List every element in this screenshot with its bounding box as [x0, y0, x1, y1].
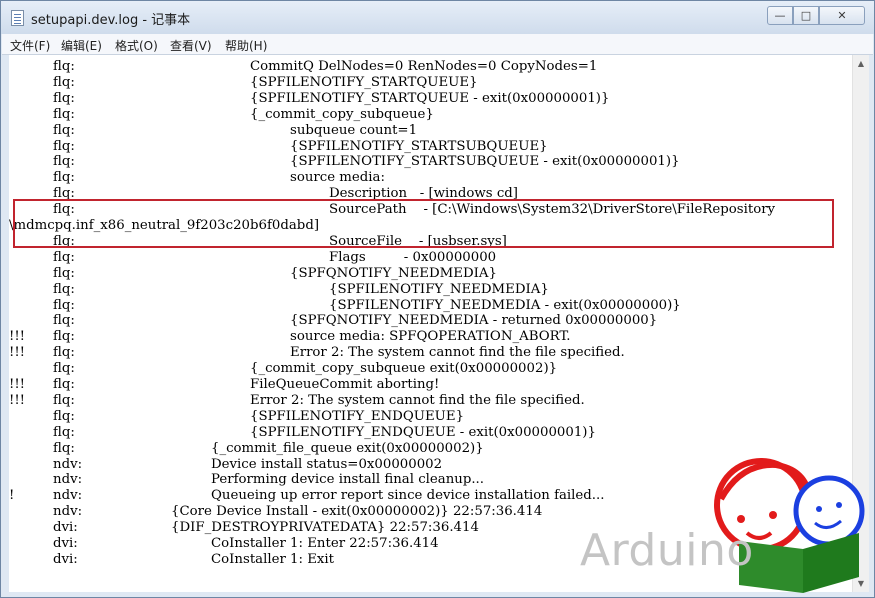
minimize-button[interactable]: —: [767, 6, 793, 25]
log-message: CoInstaller 1: Exit: [211, 551, 335, 567]
window-title: setupapi.dev.log - 记事本: [31, 13, 191, 28]
log-message: Error 2: The system cannot find the file…: [290, 345, 625, 361]
log-source-tag: flq:: [53, 249, 75, 265]
log-line: !!! flq: source media: SPFQOPERATION_ABORT…: [9, 329, 852, 345]
log-message: {SPFILENOTIFY_NEEDMEDIA}: [329, 281, 549, 297]
log-source-tag: flq:: [53, 313, 75, 329]
log-message: {SPFILENOTIFY_ENDQUEUE - exit(0x00000001…: [250, 424, 596, 440]
log-message: {SPFQNOTIFY_NEEDMEDIA - returned 0x00000…: [290, 313, 658, 329]
log-line: flq: {SPFILENOTIFY_STARTQUEUE}: [9, 75, 852, 91]
log-message: {SPFILENOTIFY_STARTQUEUE - exit(0x000000…: [250, 90, 610, 106]
log-message: FileQueueCommit aborting!: [250, 377, 440, 392]
title-bar[interactable]: setupapi.dev.log - 记事本 — □ ✕: [1, 1, 874, 34]
log-line: flq: CommitQ DelNodes=0 RenNodes=0 CopyNo…: [9, 59, 852, 75]
log-line: flq: {_commit_copy_subqueue}: [9, 107, 852, 123]
log-message: {_commit_file_queue exit(0x00000002)}: [211, 440, 484, 456]
log-source-tag: ndv:: [53, 488, 83, 504]
log-message: {SPFILENOTIFY_STARTQUEUE}: [250, 74, 478, 90]
log-source-tag: flq:: [53, 154, 75, 170]
log-message: source media:: [290, 170, 385, 186]
log-source-tag: flq:: [53, 74, 75, 90]
log-source-tag: flq:: [53, 106, 75, 122]
log-message: Flags - 0x00000000: [329, 249, 497, 265]
log-source-tag: flq:: [53, 170, 75, 186]
log-source-tag: flq:: [53, 297, 75, 313]
menu-file[interactable]: 文件(F): [10, 37, 50, 54]
log-source-tag: flq:: [53, 361, 75, 377]
log-message: {_commit_copy_subqueue}: [250, 106, 434, 122]
log-line: flq: {_commit_copy_subqueue exit(0x000000…: [9, 361, 852, 377]
log-message: subqueue count=1: [290, 122, 418, 138]
log-source-tag: flq:: [53, 408, 75, 424]
scroll-up-arrow-icon[interactable]: ▲: [853, 55, 869, 72]
log-line: flq: source media:: [9, 170, 852, 186]
close-button[interactable]: ✕: [819, 6, 865, 25]
log-message: CoInstaller 1: Enter 22:57:36.414: [211, 536, 439, 551]
log-message: Performing device install final cleanup.…: [211, 472, 485, 488]
menu-help[interactable]: 帮助(H): [225, 37, 267, 54]
log-severity-mark: !!!: [9, 392, 26, 408]
menu-format[interactable]: 格式(O): [115, 37, 158, 54]
log-source-tag: dvi:: [53, 520, 78, 536]
log-message: {DIF_DESTROYPRIVATEDATA} 22:57:36.414: [171, 520, 479, 536]
log-line: flq: {SPFILENOTIFY_ENDQUEUE}: [9, 409, 852, 425]
log-line: flq: {SPFILENOTIFY_NEEDMEDIA - exit(0x000…: [9, 298, 852, 314]
log-message: {_commit_copy_subqueue exit(0x00000002)}: [250, 361, 558, 377]
log-source-tag: flq:: [53, 424, 75, 440]
log-message: {SPFILENOTIFY_STARTSUBQUEUE}: [290, 138, 548, 154]
log-message: Error 2: The system cannot find the file…: [250, 392, 585, 408]
log-message: CommitQ DelNodes=0 RenNodes=0 CopyNodes=…: [250, 59, 598, 74]
log-line: flq: {SPFILENOTIFY_STARTSUBQUEUE - exit(0…: [9, 154, 852, 170]
log-source-tag: ndv:: [53, 456, 83, 472]
log-source-tag: flq:: [53, 440, 75, 456]
highlight-box: [13, 199, 834, 248]
maximize-button[interactable]: □: [793, 6, 819, 25]
log-source-tag: dvi:: [53, 536, 78, 551]
log-source-tag: ndv:: [53, 472, 83, 488]
notepad-window: setupapi.dev.log - 记事本 — □ ✕ 文件(F) 编辑(E)…: [0, 0, 875, 598]
log-source-tag: flq:: [53, 345, 75, 361]
log-line: !!! flq: Error 2: The system cannot find t…: [9, 345, 852, 361]
log-source-tag: flq:: [53, 377, 75, 392]
log-line: flq: {SPFILENOTIFY_STARTSUBQUEUE}: [9, 139, 852, 155]
notepad-icon: [11, 10, 24, 26]
menu-edit[interactable]: 编辑(E): [61, 37, 102, 54]
log-source-tag: flq:: [53, 265, 75, 281]
log-source-tag: flq:: [53, 59, 75, 74]
log-source-tag: flq:: [53, 329, 75, 345]
log-source-tag: flq:: [53, 90, 75, 106]
menu-view[interactable]: 查看(V): [170, 37, 212, 54]
log-message: {SPFILENOTIFY_STARTSUBQUEUE - exit(0x000…: [290, 154, 680, 170]
log-line: flq: {SPFILENOTIFY_NEEDMEDIA}: [9, 282, 852, 298]
log-line: flq: Flags - 0x00000000: [9, 250, 852, 266]
log-line: flq: {SPFILENOTIFY_STARTQUEUE - exit(0x00…: [9, 91, 852, 107]
log-severity-mark: !!!: [9, 377, 26, 392]
menu-bar: 文件(F) 编辑(E) 格式(O) 查看(V) 帮助(H): [2, 34, 873, 55]
log-message: Queueing up error report since device in…: [211, 488, 605, 504]
log-message: {Core Device Install - exit(0x00000002)}…: [171, 504, 543, 520]
log-source-tag: ndv:: [53, 504, 83, 520]
log-severity-mark: !!!: [9, 345, 26, 361]
log-line: !!! flq: FileQueueCommit aborting!: [9, 377, 852, 393]
log-source-tag: flq:: [53, 122, 75, 138]
log-line: flq: subqueue count=1: [9, 123, 852, 139]
log-source-tag: flq:: [53, 392, 75, 408]
log-severity-mark: !: [9, 488, 15, 504]
log-severity-mark: !!!: [9, 329, 26, 345]
log-message: {SPFILENOTIFY_NEEDMEDIA - exit(0x0000000…: [329, 297, 681, 313]
log-line: !!! flq: Error 2: The system cannot find t…: [9, 393, 852, 409]
watermark-text: Arduino: [580, 525, 754, 576]
log-message: {SPFILENOTIFY_ENDQUEUE}: [250, 408, 465, 424]
log-source-tag: dvi:: [53, 551, 78, 567]
log-line: flq: {SPFQNOTIFY_NEEDMEDIA}: [9, 266, 852, 282]
log-line: flq: {SPFILENOTIFY_ENDQUEUE - exit(0x0000…: [9, 425, 852, 441]
log-message: Device install status=0x00000002: [211, 456, 443, 472]
log-source-tag: flq:: [53, 281, 75, 297]
log-message: source media: SPFQOPERATION_ABORT.: [290, 329, 571, 345]
log-line: flq: {SPFQNOTIFY_NEEDMEDIA - returned 0x0…: [9, 313, 852, 329]
log-message: {SPFQNOTIFY_NEEDMEDIA}: [290, 265, 497, 281]
log-source-tag: flq:: [53, 138, 75, 154]
